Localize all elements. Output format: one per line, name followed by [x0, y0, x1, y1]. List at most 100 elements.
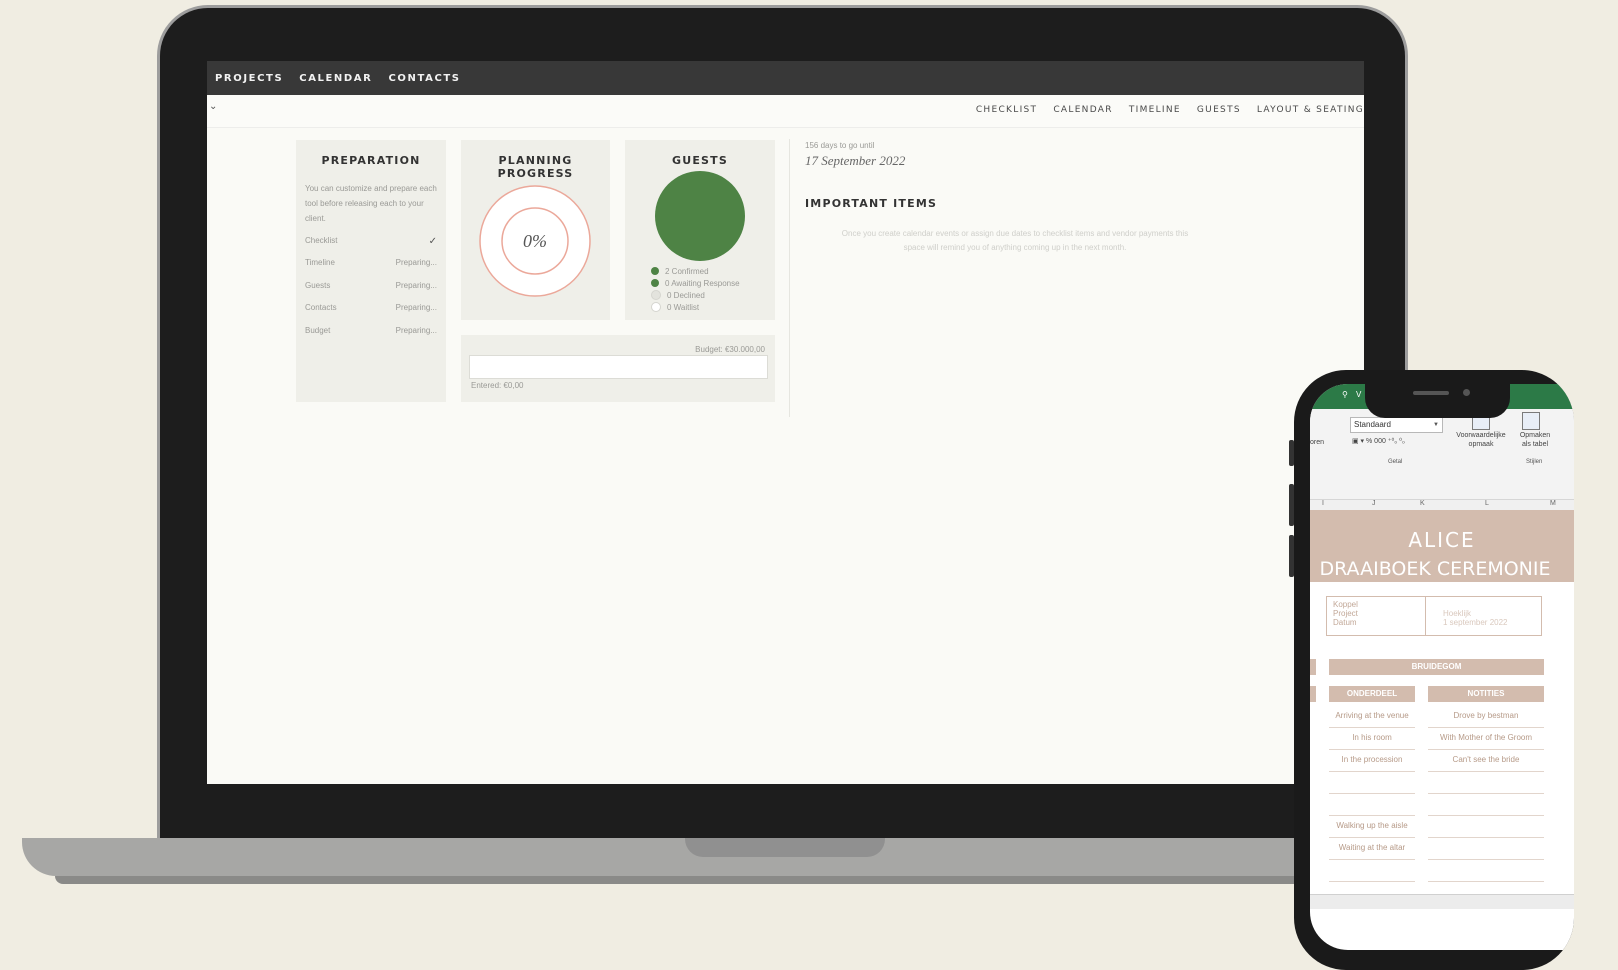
budget-progress-bar	[469, 355, 768, 379]
cell-note[interactable]	[1428, 772, 1544, 794]
legend-dot	[651, 302, 661, 312]
excel-ribbon: oren Standaard ▼ ▣ ▾ % 000 ⁺⁰₀ ⁰₀ Getal …	[1310, 409, 1574, 500]
cell-part[interactable]: Arriving at the venue	[1329, 706, 1415, 728]
info-value: 1 september 2022	[1443, 618, 1508, 627]
tab-layout-seating[interactable]: LAYOUT & SEATING	[1257, 105, 1364, 115]
project-sub-nav: ⌄ CHECKLIST CALENDAR TIMELINE GUESTS LAY…	[207, 95, 1364, 128]
cell-part[interactable]: Waiting at the altar	[1329, 838, 1415, 860]
tab-calendar[interactable]: CALENDAR	[1053, 105, 1112, 115]
top-nav-bar: PROJECTS CALENDAR CONTACTS	[207, 61, 1364, 95]
laptop-base-shadow	[55, 876, 1475, 884]
important-items-title: IMPORTANT ITEMS	[805, 197, 938, 210]
guests-title: GUESTS	[671, 154, 729, 167]
col-onderdeel: ONDERDEEL	[1329, 686, 1415, 702]
legend-item: 0 Declined	[651, 289, 740, 301]
legend-label: 2 Confirmed	[665, 266, 709, 276]
prep-label: Budget	[305, 326, 331, 335]
sheet-header-banner: ALICE DRAAIBOEK CEREMONIE	[1310, 510, 1574, 582]
tab-timeline[interactable]: TIMELINE	[1129, 105, 1181, 115]
legend-item: 2 Confirmed	[651, 265, 740, 277]
laptop-trackpad-notch	[685, 838, 885, 857]
legend-label: 0 Awaiting Response	[665, 278, 740, 288]
band-bruidegom: BRUIDEGOM	[1329, 659, 1544, 675]
cell-note[interactable]: Drove by bestman	[1428, 706, 1544, 728]
col-header[interactable]: I	[1322, 500, 1324, 507]
nav-projects[interactable]: PROJECTS	[215, 73, 283, 84]
chevron-down-icon: ▼	[1433, 422, 1439, 428]
laptop-screen: PROJECTS CALENDAR CONTACTS ⌄ CHECKLIST C…	[207, 61, 1364, 784]
prep-label: Timeline	[305, 258, 335, 267]
project-info-box: Koppel Project Datum Hoeklijk 1 septembe…	[1326, 596, 1542, 636]
phone: lp ⚲ V oren Standaard ▼ ▣ ▾ % 000 ⁺⁰₀ ⁰₀…	[1294, 370, 1574, 970]
budget-card: Budget: €30.000,00 Entered: €0,00	[461, 335, 775, 402]
info-value: Hoeklijk	[1443, 609, 1472, 618]
info-label: Project	[1333, 609, 1358, 618]
band-left	[1310, 686, 1316, 702]
cell-note[interactable]: Can't see the bride	[1428, 750, 1544, 772]
format-table-icon[interactable]	[1522, 412, 1540, 430]
prep-status: Preparing...	[395, 258, 437, 267]
prep-status: Preparing...	[395, 303, 437, 312]
col-header[interactable]: J	[1372, 500, 1376, 507]
planning-progress-card: PLANNING PROGRESS 0%	[461, 140, 610, 320]
prep-label: Guests	[305, 281, 331, 290]
group-label-styles: Stijlen	[1526, 459, 1543, 465]
col-notities: NOTITIES	[1428, 686, 1544, 702]
legend-label: 0 Waitlist	[667, 302, 700, 312]
prep-row-contacts[interactable]: Contacts Preparing...	[305, 303, 437, 317]
legend-dot	[651, 279, 659, 287]
cell-note[interactable]	[1428, 860, 1544, 882]
tab-checklist[interactable]: CHECKLIST	[976, 105, 1038, 115]
budget-entered: Entered: €0,00	[471, 381, 524, 390]
phone-screen: lp ⚲ V oren Standaard ▼ ▣ ▾ % 000 ⁺⁰₀ ⁰₀…	[1310, 384, 1574, 950]
sheet-scrollbar[interactable]	[1310, 894, 1574, 909]
cell-part[interactable]	[1329, 772, 1415, 794]
cell-note[interactable]	[1428, 794, 1544, 816]
preparation-title: PREPARATION	[321, 154, 421, 167]
cell-part[interactable]	[1329, 794, 1415, 816]
prep-row-checklist[interactable]: Checklist ✓	[305, 236, 437, 250]
cell-part[interactable]: In his room	[1329, 728, 1415, 750]
prep-row-timeline[interactable]: Timeline Preparing...	[305, 258, 437, 272]
sheet-subtitle: DRAAIBOEK CEREMONIE	[1319, 558, 1551, 580]
prep-row-budget[interactable]: Budget Preparing...	[305, 326, 437, 340]
number-format-value: Standaard	[1354, 420, 1391, 429]
speaker	[1413, 391, 1449, 395]
band-left	[1310, 659, 1316, 675]
conditional-format-button[interactable]: Voorwaardelijke opmaak	[1452, 431, 1510, 449]
btn-line: als tabel	[1521, 441, 1549, 448]
cell-part[interactable]: In the procession	[1329, 750, 1415, 772]
preparation-description: You can customize and prepare each tool …	[305, 184, 437, 223]
planning-progress-title: PLANNING PROGRESS	[497, 154, 574, 180]
prep-status: Preparing...	[395, 281, 437, 290]
phone-notch	[1365, 384, 1510, 418]
ribbon-label: oren	[1310, 439, 1325, 446]
cell-part[interactable]	[1329, 860, 1415, 882]
chevron-down-icon[interactable]: ⌄	[209, 101, 217, 112]
info-label: Koppel	[1333, 600, 1358, 609]
legend-label: 0 Declined	[667, 290, 705, 300]
col-header[interactable]: K	[1420, 500, 1425, 507]
countdown-text: 156 days to go until	[805, 141, 875, 150]
info-labels: Koppel Project Datum	[1333, 600, 1358, 627]
event-date: 17 September 2022	[805, 153, 906, 168]
col-header[interactable]: M	[1550, 500, 1556, 507]
lightbulb-icon: ⚲	[1342, 390, 1348, 399]
sheet-title: ALICE	[1408, 528, 1476, 552]
nav-calendar[interactable]: CALENDAR	[299, 73, 372, 84]
btn-line: Voorwaardelijke	[1456, 432, 1506, 439]
cell-note[interactable]	[1428, 838, 1544, 860]
nav-contacts[interactable]: CONTACTS	[388, 73, 460, 84]
prep-label: Checklist	[305, 236, 338, 245]
number-format-select[interactable]: Standaard ▼	[1350, 417, 1443, 433]
cell-part[interactable]: Walking up the aisle	[1329, 816, 1415, 838]
cell-note[interactable]	[1428, 816, 1544, 838]
prep-row-guests[interactable]: Guests Preparing...	[305, 281, 437, 295]
format-as-table-button[interactable]: Opmaken als tabel	[1512, 431, 1558, 449]
currency-icon[interactable]: ▣ ▾ % 000 ⁺⁰₀ ⁰₀	[1352, 437, 1405, 445]
legend-item: 0 Awaiting Response	[651, 277, 740, 289]
cell-note[interactable]: With Mother of the Groom	[1428, 728, 1544, 750]
tab-guests[interactable]: GUESTS	[1197, 105, 1241, 115]
camera-icon	[1463, 389, 1470, 396]
col-header[interactable]: L	[1485, 500, 1489, 507]
